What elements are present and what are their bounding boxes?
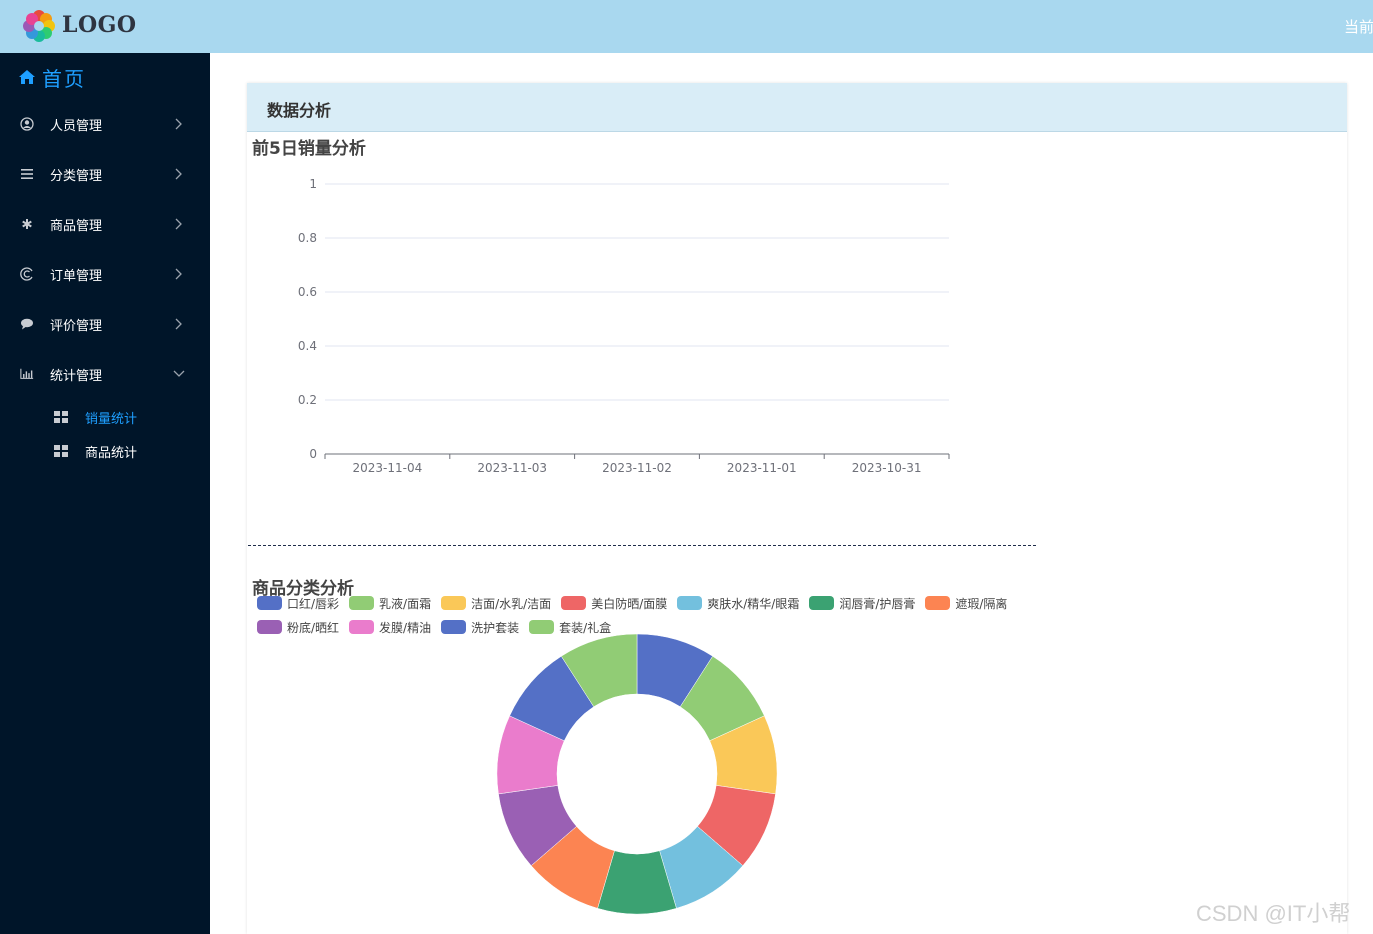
sidebar-item-label: 统计管理 bbox=[50, 368, 103, 384]
category-donut-chart bbox=[496, 633, 778, 915]
watermark-text: CSDN @IT小帮 bbox=[1196, 901, 1351, 926]
home-icon bbox=[19, 70, 35, 84]
top-bar: LOGO 当前 bbox=[0, 0, 1373, 53]
sidebar-item-product[interactable]: 商品管理 bbox=[0, 204, 210, 244]
home-label: 首页 bbox=[42, 66, 86, 91]
user-circle-icon bbox=[20, 117, 34, 131]
legend-swatch bbox=[349, 620, 375, 634]
logo-text: LOGO bbox=[62, 12, 137, 38]
x-tick-label: 2023-11-04 bbox=[353, 461, 423, 475]
chevron-right-icon bbox=[172, 267, 186, 281]
y-tick-label: 0.8 bbox=[298, 231, 317, 245]
legend-label: 遮瑕/隔离 bbox=[955, 596, 1008, 611]
y-tick-label: 0.6 bbox=[298, 285, 317, 299]
analysis-card: 数据分析 前5日销量分析 0 0.2 0.4 0.6 0.8 1 2023-11-04 202… bbox=[247, 83, 1347, 934]
chevron-down-icon bbox=[172, 367, 186, 381]
card-header: 数据分析 bbox=[247, 83, 1347, 132]
x-tick-label: 2023-11-03 bbox=[477, 461, 547, 475]
legend-label: 乳液/面霜 bbox=[379, 596, 432, 611]
grid-icon bbox=[54, 445, 68, 457]
sidebar-item-order[interactable]: 订单管理 bbox=[0, 254, 210, 294]
grid-icon bbox=[54, 411, 68, 423]
sidebar-item-label: 订单管理 bbox=[50, 268, 103, 284]
legend-swatch bbox=[257, 620, 282, 634]
legend-label: 美白防晒/面膜 bbox=[591, 596, 668, 611]
y-tick-label: 0 bbox=[309, 447, 317, 461]
y-tick-label: 1 bbox=[309, 177, 317, 191]
sales-chart-title: 前5日销量分析 bbox=[252, 139, 366, 159]
card-title: 数据分析 bbox=[267, 101, 332, 120]
legend-item[interactable]: 口红/唇彩 bbox=[257, 595, 339, 612]
sidebar-home[interactable]: 首页 bbox=[18, 63, 86, 91]
sidebar-item-label: 评价管理 bbox=[50, 318, 103, 334]
comment-icon bbox=[20, 317, 34, 331]
main-content: 数据分析 前5日销量分析 0 0.2 0.4 0.6 0.8 1 2023-11-04 202… bbox=[210, 53, 1373, 934]
legend-swatch bbox=[809, 596, 835, 610]
legend-swatch bbox=[441, 620, 467, 634]
legend-item[interactable]: 美白防晒/面膜 bbox=[561, 595, 667, 612]
legend-label: 粉底/晒红 bbox=[287, 620, 340, 635]
legend-label: 洁面/水乳/洁面 bbox=[471, 596, 552, 611]
legend-swatch bbox=[257, 596, 282, 610]
sidebar-subitem-label: 销量统计 bbox=[85, 411, 138, 427]
logo-icon bbox=[23, 10, 55, 42]
sidebar-item-statistics[interactable]: 统计管理 bbox=[0, 354, 210, 394]
legend-item[interactable]: 润唇膏/护唇膏 bbox=[809, 595, 915, 612]
legend-swatch bbox=[925, 596, 951, 610]
swirl-icon bbox=[20, 267, 34, 281]
legend-item[interactable]: 爽肤水/精华/眼霜 bbox=[677, 595, 799, 612]
chevron-right-icon bbox=[172, 167, 186, 181]
legend-swatch bbox=[441, 596, 467, 610]
legend-swatch bbox=[677, 596, 703, 610]
current-user-text[interactable]: 当前 bbox=[1344, 16, 1373, 37]
legend-label: 口红/唇彩 bbox=[287, 596, 340, 611]
legend-item[interactable]: 发膜/精油 bbox=[349, 619, 431, 636]
section-divider bbox=[248, 545, 1036, 546]
sales-line-chart: 0 0.2 0.4 0.6 0.8 1 2023-11-04 2023-11-03 2023-1… bbox=[298, 177, 950, 475]
sidebar-subitem-sales-stats[interactable]: 销量统计 bbox=[0, 404, 210, 430]
sidebar-item-label: 商品管理 bbox=[50, 218, 103, 234]
legend-label: 发膜/精油 bbox=[379, 620, 432, 635]
legend-item[interactable]: 乳液/面霜 bbox=[349, 595, 431, 612]
sidebar-item-category[interactable]: 分类管理 bbox=[0, 154, 210, 194]
x-tick-label: 2023-10-31 bbox=[852, 461, 922, 475]
asterisk-icon bbox=[20, 217, 34, 231]
sidebar: 首页 人员管理 分类管理 商品管理 订单管理 评价管理 统计管理 销量统计 商品… bbox=[0, 53, 210, 934]
legend-item[interactable]: 粉底/晒红 bbox=[257, 619, 339, 636]
chevron-right-icon bbox=[172, 217, 186, 231]
sidebar-item-personnel[interactable]: 人员管理 bbox=[0, 104, 210, 144]
sidebar-item-review[interactable]: 评价管理 bbox=[0, 304, 210, 344]
chevron-right-icon bbox=[172, 117, 186, 131]
chevron-right-icon bbox=[172, 317, 186, 331]
y-tick-label: 0.2 bbox=[298, 393, 317, 407]
pie-legend-row: 口红/唇彩 乳液/面霜 洁面/水乳/洁面 美白防晒/面膜 爽肤水/精华/眼霜 润唇膏/护唇… bbox=[257, 595, 1017, 611]
legend-item[interactable]: 洁面/水乳/洁面 bbox=[441, 595, 551, 612]
sidebar-item-label: 人员管理 bbox=[50, 118, 103, 134]
sidebar-subitem-product-stats[interactable]: 商品统计 bbox=[0, 438, 210, 464]
sidebar-subitem-label: 商品统计 bbox=[85, 445, 138, 461]
list-icon bbox=[20, 167, 34, 181]
legend-item[interactable]: 遮瑕/隔离 bbox=[925, 595, 1007, 612]
bar-chart-icon bbox=[20, 367, 34, 381]
y-tick-label: 0.4 bbox=[298, 339, 317, 353]
sidebar-item-label: 分类管理 bbox=[50, 168, 103, 184]
x-tick-label: 2023-11-01 bbox=[727, 461, 797, 475]
legend-label: 润唇膏/护唇膏 bbox=[839, 596, 916, 611]
x-tick-label: 2023-11-02 bbox=[602, 461, 672, 475]
legend-label: 爽肤水/精华/眼霜 bbox=[707, 596, 800, 611]
legend-swatch bbox=[349, 596, 375, 610]
legend-swatch bbox=[561, 596, 587, 610]
